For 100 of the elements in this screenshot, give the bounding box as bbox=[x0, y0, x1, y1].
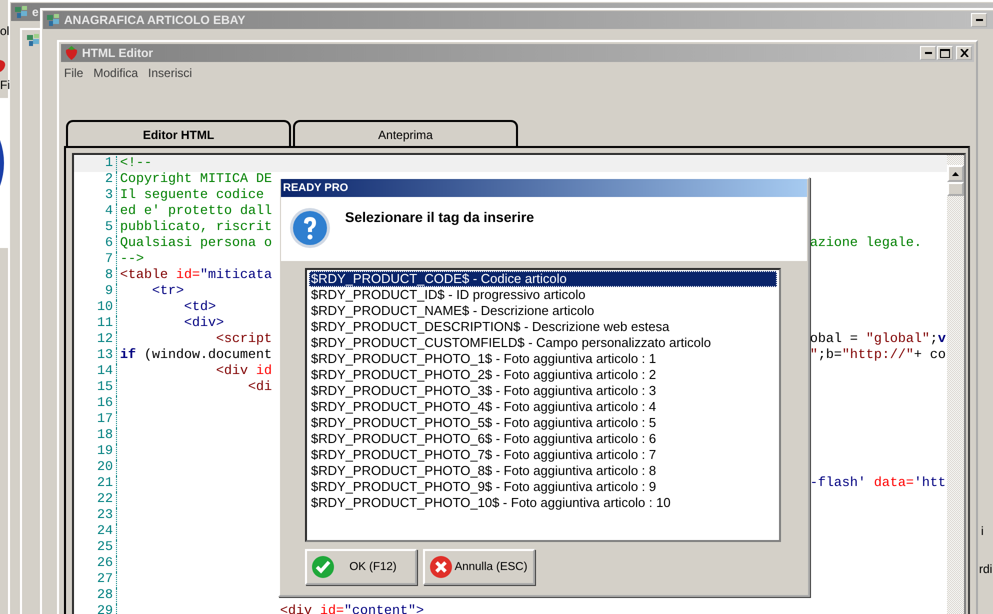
list-item[interactable]: $RDY_PRODUCT_ID$ - ID progressivo articolo bbox=[309, 287, 777, 303]
minimize-icon bbox=[924, 52, 932, 54]
line-number: 28 bbox=[96, 588, 114, 604]
dialog-message: Selezionare il tag da inserire bbox=[345, 209, 534, 225]
list-item[interactable]: $RDY_PRODUCT_DESCRIPTION$ - Descrizione web estesa bbox=[309, 319, 777, 335]
line-number: 20 bbox=[96, 460, 114, 476]
tab[interactable]: Editor HTML bbox=[66, 120, 291, 148]
list-item[interactable]: $RDY_PRODUCT_PHOTO_7$ - Foto aggiuntiva articolo : 7 bbox=[309, 447, 777, 463]
list-item[interactable]: $RDY_PRODUCT_PHOTO_8$ - Foto aggiuntiva articolo : 8 bbox=[309, 463, 777, 479]
list-item[interactable]: $RDY_PRODUCT_PHOTO_3$ - Foto aggiuntiva articolo : 3 bbox=[309, 383, 777, 399]
window-title: ANAGRAFICA ARTICOLO EBAY bbox=[64, 13, 246, 27]
question-icon bbox=[289, 207, 331, 249]
scrollbar[interactable] bbox=[947, 155, 964, 614]
code-line: ";b="http://"+ co bbox=[810, 348, 946, 363]
line-number: 17 bbox=[96, 412, 114, 428]
list-item[interactable]: $RDY_PRODUCT_NAME$ - Descrizione articolo bbox=[309, 303, 777, 319]
list-item[interactable]: $RDY_PRODUCT_PHOTO_5$ - Foto aggiuntiva articolo : 5 bbox=[309, 415, 777, 431]
list-item[interactable]: $RDY_PRODUCT_CODE$ - Codice articolo bbox=[309, 271, 777, 287]
strawberry-icon bbox=[0, 57, 6, 72]
code-line: Copyright MITICA DE bbox=[120, 172, 272, 187]
up-arrow-icon bbox=[952, 172, 959, 176]
maximize-button[interactable] bbox=[937, 46, 953, 60]
line-number: 24 bbox=[96, 524, 114, 540]
line-number: 15 bbox=[96, 380, 114, 396]
code-line: Il seguente codice bbox=[120, 188, 264, 203]
code-line: ed e' protetto dall bbox=[120, 204, 272, 219]
window-label: ol bbox=[0, 24, 10, 38]
line-number: 21 bbox=[96, 476, 114, 492]
list-item[interactable]: $RDY_PRODUCT_CUSTOMFIELD$ - Campo personalizzato articolo bbox=[309, 335, 777, 351]
line-number: 4 bbox=[104, 204, 114, 220]
line-number: 25 bbox=[96, 540, 114, 556]
code-line: <td> bbox=[182, 300, 216, 315]
code-line: <div> bbox=[182, 316, 224, 331]
line-number: 26 bbox=[96, 556, 114, 572]
dialog-title: READY PRO bbox=[281, 179, 807, 197]
app-icon bbox=[46, 12, 61, 28]
code-line: <table id="miticata bbox=[120, 268, 272, 283]
maximize-icon bbox=[940, 48, 950, 58]
code-line: pubblicato, riscrit bbox=[120, 220, 272, 235]
list-item[interactable]: $RDY_PRODUCT_PHOTO_6$ - Foto aggiuntiva articolo : 6 bbox=[309, 431, 777, 447]
line-number: 12 bbox=[96, 332, 114, 348]
code-line: obal = "global";v bbox=[810, 332, 946, 347]
tag-list[interactable] bbox=[305, 268, 781, 542]
line-number: 2 bbox=[104, 172, 114, 188]
line-number: 29 bbox=[96, 604, 114, 614]
tab[interactable]: Anteprima bbox=[293, 120, 518, 148]
code-line: --> bbox=[120, 252, 144, 267]
field-label: i bbox=[981, 524, 984, 538]
code-line: <!-- bbox=[120, 156, 152, 171]
line-number: 9 bbox=[104, 284, 114, 300]
logo-drawing bbox=[0, 140, 6, 186]
code-line: <div id bbox=[214, 364, 272, 379]
window-title: e bbox=[32, 5, 39, 19]
line-number: 11 bbox=[96, 316, 114, 332]
app-icon bbox=[14, 4, 29, 20]
minimize-icon bbox=[976, 19, 982, 21]
code-line: if (window.document bbox=[120, 348, 272, 363]
cross-icon bbox=[429, 555, 453, 579]
line-number: 23 bbox=[96, 508, 114, 524]
scroll-thumb[interactable] bbox=[947, 182, 964, 196]
line-number: 8 bbox=[104, 268, 114, 284]
code-line: <div id="content"> bbox=[278, 604, 424, 614]
code-line: Qualsiasi persona o bbox=[120, 236, 272, 251]
line-number: 5 bbox=[104, 220, 114, 236]
line-number: 16 bbox=[96, 396, 114, 412]
line-number: 27 bbox=[96, 572, 114, 588]
code-line: <script bbox=[214, 332, 272, 347]
line-number: 14 bbox=[96, 364, 114, 380]
window-title: HTML Editor bbox=[82, 46, 154, 60]
line-number: 6 bbox=[104, 236, 114, 252]
line-number: 1 bbox=[104, 156, 114, 172]
scroll-up-button[interactable] bbox=[947, 165, 964, 182]
code-line: -flash' data='htt bbox=[810, 476, 946, 491]
app-icon bbox=[26, 32, 41, 48]
menu-item[interactable]: Inserisci bbox=[148, 66, 192, 80]
list-item[interactable]: $RDY_PRODUCT_PHOTO_10$ - Foto aggiuntiva articolo : 10 bbox=[309, 495, 777, 511]
line-number: 3 bbox=[104, 188, 114, 204]
menu-item[interactable]: Modifica bbox=[93, 66, 138, 80]
check-icon bbox=[311, 555, 335, 579]
list-item[interactable]: $RDY_PRODUCT_PHOTO_9$ - Foto aggiuntiva articolo : 9 bbox=[309, 479, 777, 495]
code-line: azione legale. bbox=[810, 236, 922, 251]
list-item[interactable]: $RDY_PRODUCT_PHOTO_4$ - Foto aggiuntiva articolo : 4 bbox=[309, 399, 777, 415]
close-button[interactable] bbox=[956, 46, 972, 60]
line-number: 18 bbox=[96, 428, 114, 444]
line-number: 13 bbox=[96, 348, 114, 364]
line-number: 19 bbox=[96, 444, 114, 460]
list-item[interactable]: $RDY_PRODUCT_PHOTO_1$ - Foto aggiuntiva articolo : 1 bbox=[309, 351, 777, 367]
list-item[interactable]: $RDY_PRODUCT_PHOTO_2$ - Foto aggiuntiva articolo : 2 bbox=[309, 367, 777, 383]
strawberry-icon bbox=[64, 45, 79, 61]
window-label: Fi bbox=[0, 78, 10, 92]
minimize-button[interactable] bbox=[971, 13, 987, 27]
line-number: 7 bbox=[104, 252, 114, 268]
ok-button[interactable]: OK (F12) bbox=[305, 549, 417, 585]
close-icon bbox=[960, 49, 968, 57]
line-number: 10 bbox=[96, 300, 114, 316]
field-label: rdi bbox=[979, 562, 992, 576]
menu-item[interactable]: File bbox=[64, 66, 84, 80]
code-line: <tr> bbox=[150, 284, 184, 299]
cancel-button[interactable]: Annulla (ESC) bbox=[423, 549, 535, 585]
minimize-button[interactable] bbox=[920, 46, 936, 60]
